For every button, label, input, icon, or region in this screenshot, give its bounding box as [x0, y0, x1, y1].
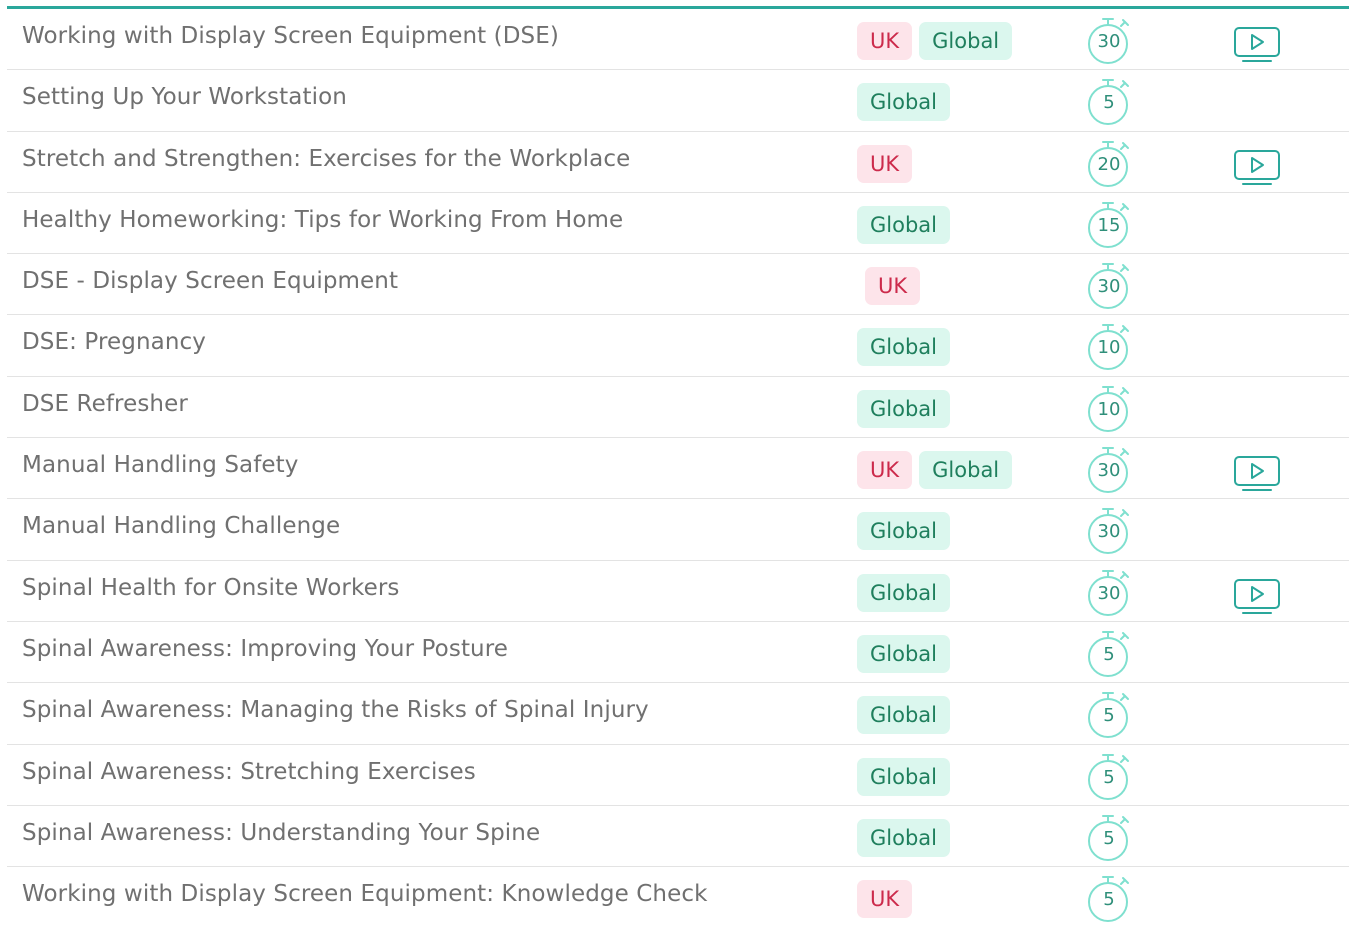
duration-minutes: 5	[1103, 92, 1115, 114]
uk-badge: UK	[857, 144, 913, 183]
video-play-icon[interactable]	[1233, 455, 1281, 493]
region-tags: Global	[857, 634, 950, 673]
region-tags: Global	[857, 328, 950, 367]
table-row[interactable]: Spinal Awareness: Understanding Your Spi…	[7, 806, 1349, 868]
duration-minutes: 30	[1097, 276, 1121, 298]
region-tags: Global	[857, 818, 950, 857]
duration-timer: 30	[1087, 444, 1133, 496]
duration-minutes: 30	[1097, 31, 1121, 52]
table-row[interactable]: DSE: Pregnancy Global 10	[7, 315, 1349, 377]
duration-timer: 5	[1087, 873, 1133, 925]
course-title[interactable]: Spinal Awareness: Improving Your Posture	[22, 636, 508, 662]
region-tags: UK Global	[857, 451, 1013, 490]
table-row[interactable]: Healthy Homeworking: Tips for Working Fr…	[7, 193, 1349, 255]
duration-minutes: 5	[1103, 827, 1115, 849]
duration-minutes: 20	[1097, 153, 1121, 175]
course-table: Working with Display Screen Equipment (D…	[7, 6, 1349, 928]
uk-badge: UK	[857, 451, 913, 490]
duration-timer: 5	[1087, 812, 1133, 864]
uk-badge: UK	[857, 880, 913, 919]
course-title[interactable]: Working with Display Screen Equipment: K…	[22, 881, 708, 907]
region-tags: UK Global	[857, 22, 1013, 60]
region-tags: Global	[857, 512, 950, 551]
region-tags: Global	[857, 696, 950, 735]
global-badge: Global	[857, 573, 950, 612]
global-badge: Global	[857, 696, 950, 735]
duration-minutes: 5	[1103, 643, 1115, 665]
course-title[interactable]: DSE - Display Screen Equipment	[22, 268, 398, 294]
duration-minutes: 10	[1097, 337, 1121, 359]
region-tags: Global	[857, 757, 950, 796]
global-badge: Global	[857, 757, 950, 796]
course-title[interactable]: Working with Display Screen Equipment (D…	[22, 23, 559, 49]
table-row[interactable]: Working with Display Screen Equipment (D…	[7, 9, 1349, 71]
global-badge: Global	[857, 634, 950, 673]
course-title[interactable]: Manual Handling Challenge	[22, 513, 340, 539]
table-row[interactable]: Stretch and Strengthen: Exercises for th…	[7, 132, 1349, 193]
global-badge: Global	[857, 389, 950, 428]
global-badge: Global	[857, 205, 950, 244]
duration-timer: 5	[1087, 76, 1133, 128]
duration-timer: 10	[1087, 321, 1133, 373]
global-badge: Global	[857, 512, 950, 551]
table-row[interactable]: Spinal Awareness: Improving Your Posture…	[7, 622, 1349, 684]
duration-minutes: 10	[1097, 398, 1121, 420]
duration-timer: 15	[1087, 199, 1133, 251]
course-title[interactable]: Spinal Awareness: Stretching Exercises	[22, 759, 476, 785]
table-row[interactable]: Setting Up Your Workstation Global 5	[7, 70, 1349, 132]
table-row[interactable]: Manual Handling Safety UK Global 30	[7, 438, 1349, 500]
duration-minutes: 15	[1097, 214, 1121, 236]
course-title[interactable]: Spinal Awareness: Understanding Your Spi…	[22, 820, 540, 846]
global-badge: Global	[857, 328, 950, 367]
video-play-icon[interactable]	[1233, 26, 1281, 64]
duration-minutes: 30	[1097, 460, 1121, 482]
video-play-icon[interactable]	[1233, 149, 1281, 187]
course-title[interactable]: DSE: Pregnancy	[22, 329, 206, 355]
table-row[interactable]: DSE - Display Screen Equipment UK 30	[7, 254, 1349, 316]
duration-minutes: 30	[1097, 521, 1121, 543]
table-row[interactable]: DSE Refresher Global 10	[7, 377, 1349, 439]
video-play-icon[interactable]	[1233, 578, 1281, 616]
duration-timer: 30	[1087, 15, 1133, 67]
table-row[interactable]: Spinal Health for Onsite Workers Global 3…	[7, 561, 1349, 622]
duration-minutes: 30	[1097, 582, 1121, 604]
course-title[interactable]: Healthy Homeworking: Tips for Working Fr…	[22, 207, 623, 233]
course-title[interactable]: DSE Refresher	[22, 391, 188, 417]
duration-minutes: 5	[1103, 889, 1115, 911]
duration-minutes: 5	[1103, 705, 1115, 727]
duration-timer: 5	[1087, 628, 1133, 680]
region-tags: UK	[857, 880, 913, 919]
region-tags: Global	[857, 389, 950, 428]
region-tags: UK	[865, 267, 921, 306]
global-badge: Global	[919, 22, 1013, 60]
table-row[interactable]: Spinal Awareness: Stretching Exercises Gl…	[7, 745, 1349, 806]
global-badge: Global	[857, 83, 950, 122]
course-title[interactable]: Setting Up Your Workstation	[22, 84, 347, 110]
duration-timer: 30	[1087, 567, 1133, 619]
duration-timer: 10	[1087, 383, 1133, 435]
region-tags: Global	[857, 205, 950, 244]
global-badge: Global	[857, 818, 950, 857]
duration-minutes: 5	[1103, 766, 1115, 788]
duration-timer: 20	[1087, 138, 1133, 190]
duration-timer: 5	[1087, 689, 1133, 741]
duration-timer: 5	[1087, 751, 1133, 803]
course-title[interactable]: Stretch and Strengthen: Exercises for th…	[22, 146, 630, 172]
region-tags: UK	[857, 144, 913, 183]
course-title[interactable]: Spinal Awareness: Managing the Risks of …	[22, 697, 649, 723]
table-row[interactable]: Spinal Awareness: Managing the Risks of …	[7, 683, 1349, 745]
duration-timer: 30	[1087, 260, 1133, 312]
region-tags: Global	[857, 573, 950, 612]
course-title[interactable]: Manual Handling Safety	[22, 452, 299, 478]
region-tags: Global	[857, 83, 950, 122]
duration-timer: 30	[1087, 505, 1133, 557]
uk-badge: UK	[865, 267, 921, 306]
course-title[interactable]: Spinal Health for Onsite Workers	[22, 575, 399, 601]
table-row[interactable]: Manual Handling Challenge Global 30	[7, 499, 1349, 561]
uk-badge: UK	[857, 22, 913, 60]
global-badge: Global	[919, 451, 1013, 490]
table-row[interactable]: Working with Display Screen Equipment: K…	[7, 867, 1349, 928]
